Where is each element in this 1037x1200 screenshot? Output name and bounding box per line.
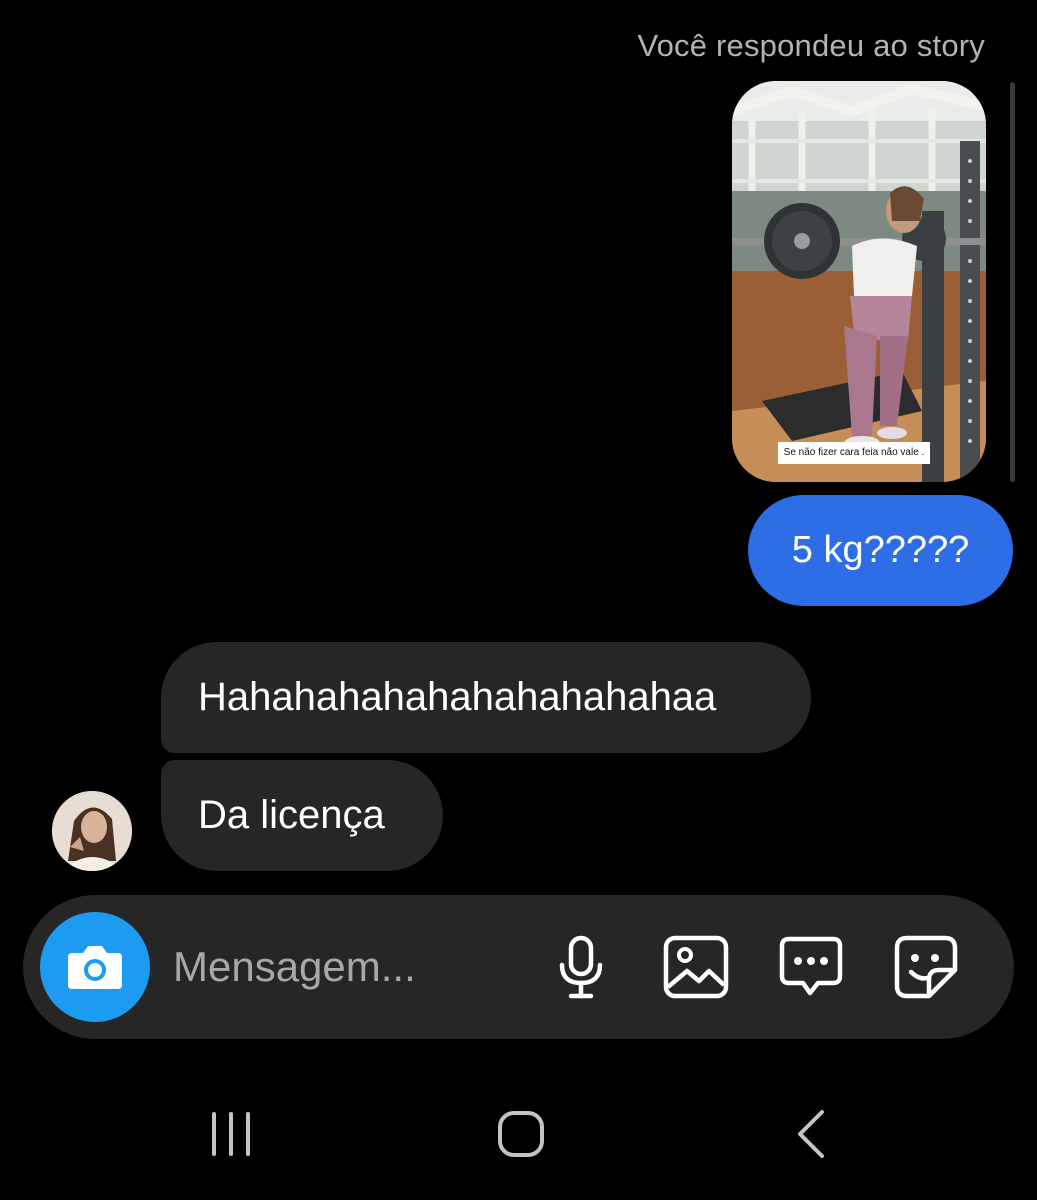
gallery-icon xyxy=(663,935,729,999)
voice-message-button[interactable] xyxy=(547,933,615,1001)
scroll-indicator xyxy=(1010,82,1015,482)
home-button[interactable] xyxy=(486,1104,556,1164)
recents-icon xyxy=(212,1112,250,1156)
home-icon xyxy=(498,1111,544,1157)
story-image xyxy=(732,81,986,482)
sticker-button[interactable] xyxy=(892,933,960,1001)
message-received[interactable]: Da licença xyxy=(161,760,443,871)
navigation-bar xyxy=(0,1080,1037,1190)
chat-options-button[interactable] xyxy=(777,933,845,1001)
avatar[interactable] xyxy=(52,791,132,871)
chat-bubble-icon xyxy=(779,936,843,996)
camera-button[interactable] xyxy=(40,912,150,1022)
microphone-icon xyxy=(559,935,603,999)
message-composer xyxy=(23,895,1014,1039)
message-input[interactable] xyxy=(173,937,523,997)
story-thumbnail[interactable]: Se não fizer cara feia não vale . xyxy=(732,81,986,482)
gallery-button[interactable] xyxy=(662,933,730,1001)
message-sent[interactable]: 5 kg????? xyxy=(748,495,1013,606)
recents-button[interactable] xyxy=(196,1104,266,1164)
message-received[interactable]: Hahahahahahahahahahahaa xyxy=(161,642,811,753)
story-sticker-text: Se não fizer cara feia não vale . xyxy=(778,442,930,464)
back-icon xyxy=(798,1110,824,1158)
camera-icon xyxy=(68,946,122,989)
back-button[interactable] xyxy=(776,1104,846,1164)
avatar-image xyxy=(52,791,132,871)
story-reply-caption: Você respondeu ao story xyxy=(637,28,985,63)
sticker-icon xyxy=(894,935,958,999)
